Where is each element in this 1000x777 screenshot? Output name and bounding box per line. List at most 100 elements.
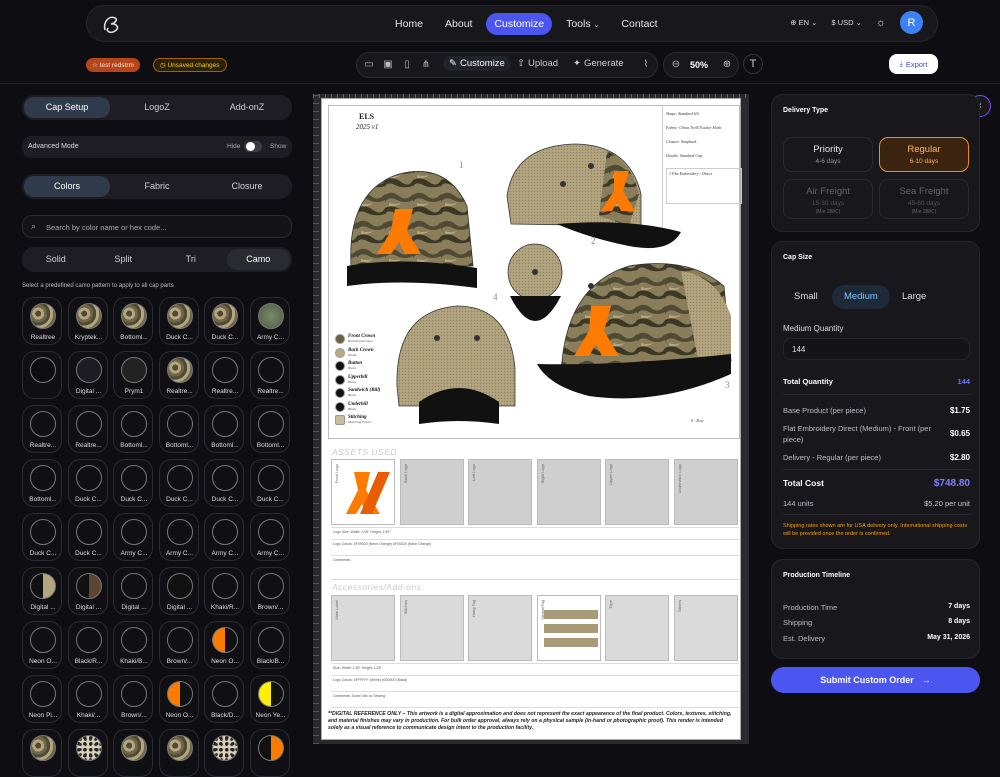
size-large[interactable]: Large [890,285,938,309]
swatch-tile[interactable]: Realtre... [158,351,199,399]
swatch-tile[interactable]: Bottoml... [22,459,62,507]
addon-slot[interactable]: Stitches [399,595,464,661]
quantity-input[interactable]: 144 [783,338,970,360]
addon-slot[interactable]: Tape [605,595,669,661]
asset-slot[interactable]: Front Logo [331,459,395,525]
submit-order-button[interactable]: Submit Custom Order → [771,667,980,693]
tab-logoz[interactable]: LogoZ [114,97,200,118]
nav-contact[interactable]: Contact [613,13,665,35]
swatch-tile[interactable]: Khaki/R... [204,567,244,615]
folder-icon[interactable]: ▭ [363,59,375,71]
tab-addonz[interactable]: Add-onZ [204,97,290,118]
swatch-tile[interactable]: Neon Ye... [249,675,290,723]
swatch-tile[interactable]: Digital ... [67,567,108,615]
zoom-out-icon[interactable]: ⊖ [670,59,682,71]
size-medium[interactable]: Medium [832,285,890,309]
mode-generate[interactable]: ✦ Generate [573,58,624,69]
paperclip-icon[interactable]: ⌇ [640,59,652,71]
swatch-tile[interactable]: Duck C... [22,513,62,561]
swatch-tile[interactable] [158,729,199,777]
swatch-tile[interactable]: Duck C... [67,513,108,561]
currency-select[interactable]: $ USD ⌄ [831,18,861,27]
swatch-tile[interactable]: Duck C... [204,459,244,507]
zoom-in-icon[interactable]: ⊕ [721,59,733,71]
delivery-sea-freight[interactable]: Sea Freight 45-60 days (Min 288C) [879,179,969,219]
nav-customize[interactable]: Customize [486,13,553,35]
tab-solid[interactable]: Solid [24,249,88,270]
swatch-tile[interactable]: Digital ... [113,567,153,615]
tab-colors[interactable]: Colors [24,176,110,197]
swatch-tile[interactable]: Digital ... [67,351,108,399]
nav-home[interactable]: Home [387,13,431,35]
swatch-tile[interactable]: Neon O... [204,621,244,669]
tab-split[interactable]: Split [92,249,156,270]
asset-slot[interactable]: Left Logo [468,459,532,525]
swatch-tile[interactable]: Prym1 [113,351,153,399]
tab-fabric[interactable]: Fabric [114,176,200,197]
swatch-tile[interactable]: Neon O... [22,621,62,669]
sun-icon[interactable]: ☼ [876,17,886,29]
tab-closure[interactable]: Closure [204,176,290,197]
advanced-mode-toggle[interactable] [244,141,262,152]
swatch-tile[interactable]: Brown/... [249,567,290,615]
swatch-tile[interactable] [67,729,108,777]
swatch-tile[interactable]: Duck C... [113,459,153,507]
tab-cap-setup[interactable]: Cap Setup [24,97,110,118]
nav-tools[interactable]: Tools ⌄ [558,13,607,35]
swatch-tile[interactable]: Neon Pi... [22,675,62,723]
size-small[interactable]: Small [782,285,830,309]
swatch-tile[interactable]: Neon O... [158,675,199,723]
tab-tri[interactable]: Tri [159,249,223,270]
swatch-tile[interactable]: Brown/... [158,621,199,669]
swatch-tile[interactable]: Digital ... [22,567,62,615]
swatch-tile[interactable]: Army C... [249,513,290,561]
swatch-tile[interactable]: Duck C... [158,459,199,507]
swatch-tile[interactable]: Bottoml... [158,405,199,453]
swatch-tile[interactable]: Black/R... [67,621,108,669]
asset-slot[interactable]: Upper Logo [605,459,669,525]
swatch-tile[interactable]: Brown/... [113,675,153,723]
addon-slot[interactable]: Others [673,595,738,661]
swatch-tile[interactable]: Digital ... [158,567,199,615]
asset-slot[interactable]: Right Logo [536,459,601,525]
language-select[interactable]: ⊕ EN ⌄ [790,18,817,27]
swatch-tile[interactable]: Khaki/B... [113,621,153,669]
swatch-tile[interactable]: Bottoml... [249,405,290,453]
swatch-tile[interactable]: Realtre... [204,351,244,399]
avatar[interactable]: R [900,11,923,34]
swatch-tile[interactable] [22,351,62,399]
swatch-tile[interactable]: Army C... [249,297,290,345]
swatch-tile[interactable]: Realtre... [249,351,290,399]
addon-slot[interactable]: Main Label [331,595,395,661]
swatch-tile[interactable] [113,729,153,777]
swatch-tile[interactable]: Bottoml... [204,405,244,453]
swatch-tile[interactable]: Duck C... [204,297,244,345]
asset-slot[interactable]: Undervisor Logo [673,459,738,525]
swatch-tile[interactable]: Army C... [158,513,199,561]
swatch-tile[interactable]: Army C... [113,513,153,561]
export-button[interactable]: ⤓ Export [889,54,938,74]
search-input[interactable] [46,219,286,235]
swatch-tile[interactable] [249,729,290,777]
addon-slot[interactable]: Sticker/Tag [536,595,601,661]
swatch-tile[interactable] [22,729,62,777]
swatch-tile[interactable]: Black/B... [249,621,290,669]
swatch-tile[interactable]: Kryptek... [67,297,108,345]
swatch-tile[interactable]: Duck C... [249,459,290,507]
mode-upload[interactable]: ⇧ Upload [517,58,558,69]
swatch-tile[interactable]: Khaki/... [67,675,108,723]
share-icon[interactable]: ⋔ [420,59,432,71]
swatch-tile[interactable]: Duck C... [158,297,199,345]
swatch-tile[interactable]: Realtree [22,297,62,345]
delivery-priority[interactable]: Priority 4-6 days [783,137,873,172]
swatch-tile[interactable]: Bottoml... [113,297,153,345]
swatch-tile[interactable]: Duck C... [67,459,108,507]
swatch-tile[interactable]: Realtre... [67,405,108,453]
swatch-tile[interactable]: Realtre... [22,405,62,453]
swatch-tile[interactable]: Bottoml... [113,405,153,453]
swatch-tile[interactable] [204,729,244,777]
save-icon[interactable]: ▣ [382,59,394,71]
delivery-air-freight[interactable]: Air Freight 15-30 days (Min 288C) [783,179,873,219]
document-icon[interactable]: ▯ [401,59,413,71]
asset-slot[interactable]: Back Logo [399,459,464,525]
